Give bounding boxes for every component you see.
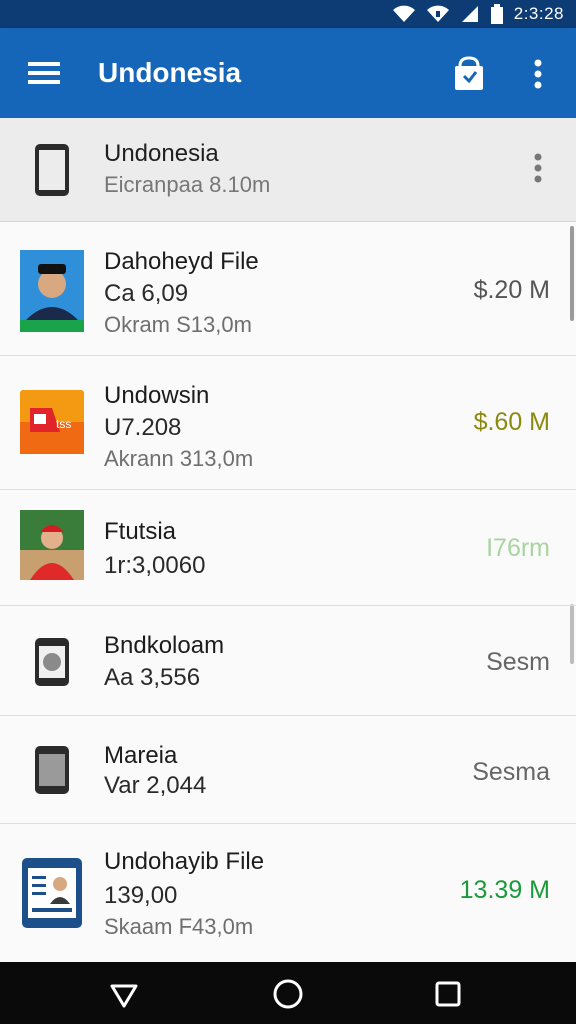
file-title: Undowsin (104, 382, 210, 409)
app-logo-icon: tss (20, 384, 84, 466)
overflow-menu-button[interactable] (524, 54, 552, 94)
file-size: $.20 M (473, 276, 550, 304)
hamburger-menu-icon (28, 62, 60, 84)
back-icon (110, 984, 138, 1008)
home-button[interactable] (270, 976, 306, 1012)
file-size: $.60 M (473, 408, 550, 436)
overflow-menu-icon (534, 59, 542, 89)
file-title: Undohayib File (104, 848, 265, 875)
id-card-icon (20, 854, 84, 936)
file-list[interactable]: Dahoheyd File Ca 6,09 Okram S13,0m $.20 … (0, 222, 576, 962)
file-size: I76rm (486, 534, 550, 562)
list-item[interactable]: Ftutsia 1r:3,0060 I76rm (0, 490, 576, 606)
file-title: Bndkoloam (104, 632, 225, 659)
file-size: Sesma (472, 758, 550, 786)
status-bar: 2:3:28 (0, 0, 576, 28)
battery-icon (490, 4, 503, 24)
recents-button[interactable] (430, 976, 466, 1012)
device-icon-wrap (32, 142, 72, 198)
file-meta: Akrann 313,0m (104, 446, 254, 471)
status-time: 2:3:28 (513, 4, 564, 23)
list-item[interactable]: Dahoheyd File Ca 6,09 Okram S13,0m $.20 … (0, 222, 576, 356)
device-overflow-button[interactable] (524, 148, 552, 188)
device-subtitle: Eicranpaa 8.10m (104, 172, 271, 197)
overflow-menu-icon (534, 153, 542, 183)
file-detail: Var 2,044 (104, 772, 207, 799)
share-button[interactable] (448, 52, 490, 94)
file-size: 13.39 M (459, 876, 550, 904)
child-photo-icon (20, 510, 84, 580)
file-detail: U7.208 (104, 414, 182, 441)
status-icons: 2:3:28 (392, 3, 564, 25)
system-nav-bar (0, 962, 576, 1024)
signal-icon (461, 6, 478, 22)
page-title: Undonesia (98, 57, 242, 88)
file-detail: Ca 6,09 (104, 280, 189, 307)
file-meta: Skaam F43,0m (104, 914, 254, 939)
recents-icon (435, 981, 461, 1007)
list-item[interactable]: Undohayib File 139,00 Skaam F43,0m 13.39… (0, 824, 576, 962)
file-title: Mareia (104, 742, 178, 769)
list-item[interactable]: Bndkoloam Aa 3,556 Sesm (0, 606, 576, 716)
wifi-icon (392, 5, 415, 22)
file-detail: 1r:3,0060 (104, 552, 206, 579)
phone-device-icon (32, 742, 72, 798)
file-title: Ftutsia (104, 518, 177, 545)
wifi-icon (426, 5, 449, 22)
device-name: Undonesia (104, 140, 219, 167)
list-item[interactable]: Mareia Var 2,044 Sesma (0, 716, 576, 824)
back-button[interactable] (106, 976, 142, 1012)
home-icon (273, 979, 303, 1009)
device-header[interactable]: Undonesia Eicranpaa 8.10m (0, 118, 576, 222)
file-size: Sesm (486, 648, 550, 676)
svg-text:tss: tss (56, 417, 71, 431)
app-bar: Undonesia (0, 28, 576, 118)
person-photo-icon (20, 250, 84, 332)
file-meta: Okram S13,0m (104, 312, 252, 337)
hamburger-menu-button[interactable] (24, 56, 64, 90)
phone-icon (35, 144, 69, 196)
list-item[interactable]: tss Undowsin U7.208 Akrann 313,0m $.60 M (0, 356, 576, 490)
file-detail: 139,00 (104, 882, 178, 909)
phone-device-icon (32, 634, 72, 690)
file-title: Dahoheyd File (104, 248, 259, 275)
file-detail: Aa 3,556 (104, 664, 201, 691)
share-bag-icon (455, 56, 483, 90)
